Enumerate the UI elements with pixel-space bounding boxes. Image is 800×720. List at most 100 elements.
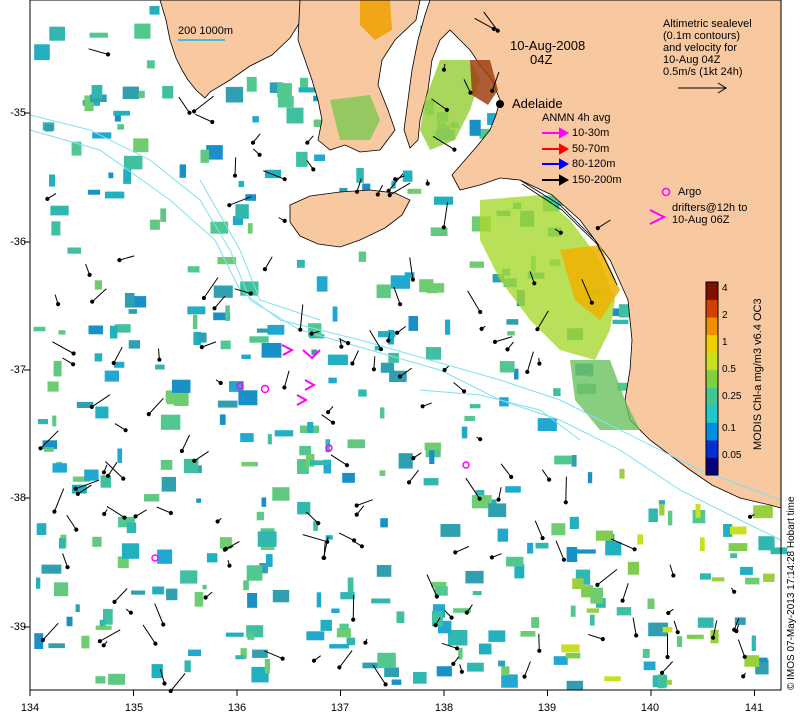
chl-patch bbox=[286, 107, 304, 124]
y-tick-label: -39 bbox=[10, 621, 26, 633]
chl-patch bbox=[225, 86, 244, 103]
chl-patch bbox=[700, 573, 711, 580]
velocity-arrow-head bbox=[344, 463, 350, 468]
chl-patch bbox=[501, 674, 518, 688]
chl-patch bbox=[89, 32, 108, 38]
x-tick-label: 137 bbox=[330, 702, 350, 714]
velocity-arrow-head bbox=[453, 550, 458, 555]
chl-patch bbox=[751, 635, 756, 651]
chl-patch bbox=[565, 652, 581, 659]
velocity-arrow-head bbox=[398, 302, 403, 307]
colorbar-tick: 2 bbox=[722, 310, 728, 321]
chl-patch bbox=[58, 330, 66, 335]
velocity-arrow-head bbox=[354, 512, 359, 517]
chl-patch bbox=[407, 188, 422, 194]
velocity-arrow-head bbox=[525, 369, 530, 374]
velocity-arrow-head bbox=[89, 404, 94, 409]
velocity-arrow-head bbox=[459, 669, 464, 674]
velocity-arrow-head bbox=[227, 203, 232, 208]
chl-patch bbox=[642, 649, 650, 658]
chl-patch bbox=[377, 652, 396, 668]
chl-patch bbox=[95, 406, 109, 419]
velocity-arrow-head bbox=[65, 565, 70, 570]
chl-patch bbox=[501, 666, 510, 676]
chl-patch bbox=[700, 537, 705, 551]
velocity-arrow-head bbox=[105, 52, 111, 57]
velocity-arrow-head bbox=[535, 327, 540, 332]
velocity-arrow bbox=[538, 633, 540, 651]
velocity-arrow-head bbox=[179, 448, 184, 454]
velocity-arrow-head bbox=[454, 646, 460, 651]
chl-patch bbox=[99, 619, 106, 627]
chl-patch bbox=[659, 503, 665, 516]
colorbar-segment bbox=[706, 352, 718, 371]
chl-patch bbox=[238, 390, 258, 406]
chl-patch bbox=[662, 627, 673, 633]
chl-patch bbox=[676, 636, 683, 647]
chl-patch bbox=[192, 314, 198, 330]
chl-patch bbox=[376, 284, 391, 299]
chl-patch bbox=[296, 151, 308, 167]
velocity-arrow-head bbox=[187, 110, 192, 115]
velocity-arrow-head bbox=[311, 658, 317, 663]
chl-patch bbox=[527, 542, 534, 554]
chl-patch bbox=[616, 607, 632, 616]
velocity-arrow-head bbox=[375, 192, 380, 197]
velocity-arrow-head bbox=[248, 291, 253, 296]
colorbar-segment bbox=[706, 317, 718, 336]
velocity-arrow-head bbox=[162, 681, 167, 686]
velocity-arrow-head bbox=[490, 88, 495, 93]
colorbar-segment bbox=[706, 282, 718, 300]
velocity-arrow-head bbox=[732, 627, 737, 632]
chl-patch bbox=[256, 328, 270, 333]
velocity-arrow-head bbox=[102, 511, 107, 517]
city-label: Adelaide bbox=[512, 96, 563, 111]
chl-patch bbox=[88, 325, 104, 335]
velocity-arrow-head bbox=[354, 189, 360, 194]
velocity-arrow-head bbox=[464, 610, 469, 615]
chl-patch bbox=[162, 85, 174, 99]
velocity-arrow-head bbox=[326, 410, 331, 415]
drifters-label: drifters@12h to bbox=[672, 202, 748, 214]
chl-patch bbox=[464, 415, 476, 421]
velocity-arrow-head bbox=[128, 610, 133, 615]
chl-patch bbox=[36, 523, 47, 535]
chl-patch bbox=[198, 332, 207, 343]
chl-patch bbox=[67, 247, 82, 254]
chl-patch bbox=[206, 553, 218, 563]
chl-patch bbox=[467, 662, 484, 672]
velocity-arrow-head bbox=[452, 147, 457, 152]
argo-label: Argo bbox=[678, 186, 702, 198]
velocity-arrow-head bbox=[425, 181, 430, 186]
velocity-arrow-head bbox=[378, 347, 384, 352]
chl-patch bbox=[469, 261, 485, 268]
chl-patch bbox=[753, 505, 773, 519]
chl-patch bbox=[235, 655, 245, 660]
chl-patch bbox=[328, 377, 337, 384]
chl-patch bbox=[124, 293, 135, 308]
chl-patch bbox=[200, 149, 210, 163]
chl-patch bbox=[267, 434, 272, 445]
chl-patch bbox=[245, 194, 256, 201]
velocity-arrow-head bbox=[595, 582, 600, 588]
chl-patch bbox=[571, 455, 577, 467]
chl-patch bbox=[514, 368, 519, 380]
chl-patch bbox=[553, 656, 568, 665]
velocity-arrow-head bbox=[322, 555, 327, 561]
chl-patch bbox=[274, 430, 294, 437]
anmn-item-label: 50-70m bbox=[572, 143, 610, 155]
chl-patch bbox=[50, 205, 69, 216]
chl-patch bbox=[296, 259, 305, 268]
chl-patch bbox=[110, 325, 118, 339]
chl-patch bbox=[329, 644, 349, 649]
chl-patch bbox=[113, 110, 130, 116]
chl-patch bbox=[219, 414, 226, 425]
velocity-arrow bbox=[352, 594, 355, 620]
chl-patch bbox=[469, 404, 481, 409]
chl-patch bbox=[647, 598, 655, 610]
chl-patch bbox=[91, 85, 103, 99]
velocity-arrow-head bbox=[442, 367, 447, 373]
chl-patch bbox=[92, 536, 102, 547]
chl-patch bbox=[627, 561, 640, 575]
chl-patch bbox=[384, 667, 399, 677]
